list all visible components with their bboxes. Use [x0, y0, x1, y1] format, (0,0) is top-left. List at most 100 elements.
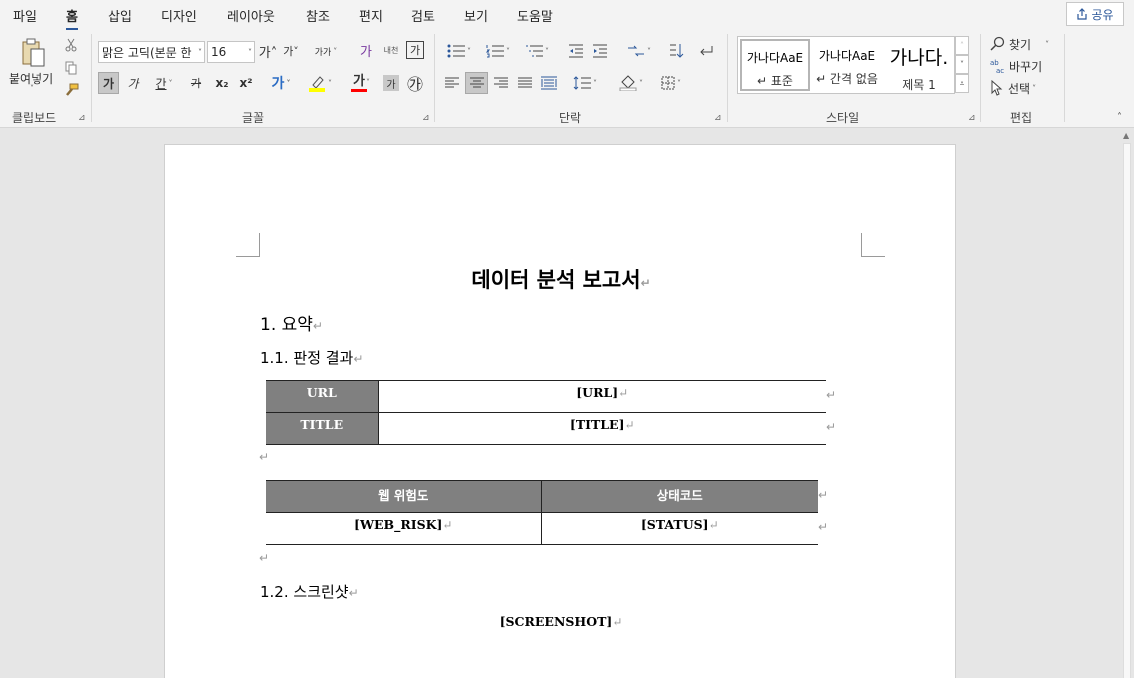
font-launcher-icon[interactable]: ⊿ — [422, 113, 430, 123]
tab-design[interactable]: 디자인 — [161, 6, 197, 25]
tab-references[interactable]: 참조 — [306, 6, 330, 25]
font-size-combo[interactable]: 16 ˅ — [207, 41, 255, 63]
styles-launcher-icon[interactable]: ⊿ — [968, 113, 976, 123]
cut-button[interactable] — [62, 36, 80, 54]
paragraph-mark: ↵ — [640, 276, 651, 290]
highlight-button[interactable]: ˅ — [303, 72, 337, 94]
gallery-down-icon[interactable]: ˅ — [955, 55, 969, 74]
table-header-cell: TITLE — [266, 412, 378, 445]
status-table: 웹 위험도 상태코드 [WEB_RISK]↵ [STATUS]↵ — [266, 480, 818, 545]
paste-dropdown-icon[interactable]: ˅ — [30, 84, 34, 93]
scrollbar-thumb[interactable] — [1123, 143, 1131, 678]
collapse-ribbon-icon[interactable]: ˄ — [1117, 112, 1122, 123]
heading-screenshot[interactable]: 1.2. 스크린샷↵ — [260, 581, 359, 602]
sort-button[interactable] — [666, 41, 686, 61]
italic-button[interactable]: 가 — [123, 72, 143, 94]
scroll-up-icon[interactable]: ▲ — [1123, 131, 1129, 140]
gallery-more-icon[interactable]: ⩡ — [955, 74, 969, 93]
paste-button[interactable] — [16, 36, 50, 72]
increase-indent-button[interactable] — [590, 41, 610, 61]
verdict-table: URL [URL]↵ TITLE [TITLE]↵ — [266, 380, 826, 445]
distribute-icon — [541, 76, 557, 90]
justify-button[interactable] — [515, 72, 535, 94]
heading-verdict[interactable]: 1.1. 판정 결과↵ — [260, 347, 363, 368]
numbering-button[interactable]: ˅ — [481, 41, 515, 61]
paragraph-mark-icon — [700, 46, 713, 56]
clear-format-button[interactable]: 가 — [356, 39, 376, 61]
font-color-button[interactable]: 가 — [342, 72, 376, 94]
decrease-indent-button[interactable] — [566, 41, 586, 61]
table-value-cell[interactable]: [TITLE]↵ — [377, 412, 826, 445]
decrease-indent-icon — [569, 44, 583, 58]
enclose-chars-button[interactable]: ㉮ — [405, 72, 425, 94]
distribute-button[interactable] — [539, 72, 559, 94]
sort-icon — [670, 44, 684, 58]
tab-layout[interactable]: 레이아웃 — [227, 6, 275, 25]
line-spacing-button[interactable]: ˅ — [568, 72, 602, 94]
tab-help[interactable]: 도움말 — [517, 6, 553, 25]
shrink-font-button[interactable]: 가˅ — [281, 41, 301, 61]
style-normal[interactable]: 가나다AaE ↵ 표준 — [740, 39, 810, 91]
gallery-up-icon[interactable]: ˄ — [955, 36, 969, 55]
copy-button[interactable] — [62, 59, 80, 77]
style-heading1[interactable]: 가나다. 제목 1 — [884, 39, 954, 92]
table-value-cell[interactable]: [URL]↵ — [377, 380, 826, 413]
phonetic-guide-button[interactable]: 내천 — [380, 39, 402, 61]
borders-icon — [661, 76, 675, 90]
document-title[interactable]: 데이터 분석 보고서↵ — [165, 264, 957, 294]
select-label: 선택 — [1008, 81, 1031, 96]
underline-button[interactable]: 간 ˅ — [148, 72, 180, 94]
row-end-mark: ↵ — [826, 388, 837, 402]
bullets-button[interactable]: ˅ — [442, 41, 476, 61]
superscript-button[interactable]: x² — [236, 72, 256, 94]
cell-mark: ↵ — [618, 386, 629, 400]
vertical-scrollbar[interactable]: ▲ — [1120, 129, 1134, 678]
change-case-button[interactable]: 가가 ˅ — [311, 41, 341, 61]
table-value-cell[interactable]: [STATUS]↵ — [540, 512, 818, 545]
group-divider — [91, 34, 92, 122]
char-shading-button[interactable]: 가 — [383, 75, 399, 91]
subscript-button[interactable]: x₂ — [212, 72, 232, 94]
tab-file[interactable]: 파일 — [13, 6, 37, 25]
align-right-button[interactable] — [491, 72, 511, 94]
empty-paragraph-mark: ↵ — [259, 551, 270, 565]
group-divider — [1064, 34, 1065, 122]
document-page[interactable]: 데이터 분석 보고서↵ 1. 요약↵ 1.1. 판정 결과↵ URL [URL]… — [164, 144, 956, 678]
justify-icon — [518, 77, 532, 88]
align-center-button[interactable] — [465, 72, 488, 94]
replace-button[interactable]: ab ac 바꾸기 — [990, 56, 1042, 76]
empty-paragraph-mark: ↵ — [259, 450, 270, 464]
tab-home[interactable]: 홈 — [66, 6, 78, 30]
tab-review[interactable]: 검토 — [411, 6, 435, 25]
chevron-down-icon[interactable]: ˅ — [366, 78, 370, 87]
char-border-button[interactable]: 가 — [406, 41, 424, 59]
heading-summary-text: 1. 요약 — [260, 315, 313, 335]
multilevel-list-button[interactable]: ˅ — [520, 41, 554, 61]
tab-mailings[interactable]: 편지 — [359, 6, 383, 25]
text-effects-button[interactable]: 가 ˅ — [266, 72, 296, 94]
borders-button[interactable]: ˅ — [654, 72, 688, 94]
tab-view[interactable]: 보기 — [464, 6, 488, 25]
screenshot-placeholder[interactable]: [SCREENSHOT]↵ — [165, 614, 957, 629]
font-name-combo[interactable]: 맑은 고딕(본문 한 ˅ — [98, 41, 205, 63]
grow-font-button[interactable]: 가˄ — [258, 41, 278, 61]
shading-button[interactable]: ˅ — [614, 72, 648, 94]
align-left-button[interactable] — [442, 72, 462, 94]
show-marks-button[interactable] — [696, 41, 716, 61]
style-no-spacing[interactable]: 가나다AaE ↵ 간격 없음 — [812, 39, 882, 91]
strikethrough-button[interactable]: 가 — [185, 72, 207, 94]
bold-button[interactable]: 가 — [98, 72, 119, 94]
tab-insert[interactable]: 삽입 — [108, 6, 132, 25]
clipboard-launcher-icon[interactable]: ⊿ — [78, 113, 86, 123]
select-button[interactable]: 선택 ˅ — [990, 78, 1036, 98]
style-name: 제목 1 — [902, 78, 936, 92]
paragraph-launcher-icon[interactable]: ⊿ — [714, 113, 722, 123]
find-button[interactable]: 찾기 ˅ — [990, 34, 1049, 54]
heading-summary[interactable]: 1. 요약↵ — [260, 310, 323, 335]
chevron-down-icon: ˅ — [248, 47, 252, 57]
brush-icon — [66, 83, 79, 96]
asian-layout-button[interactable]: ˅ — [622, 41, 656, 61]
share-button[interactable]: 공유 — [1066, 2, 1124, 26]
format-painter-button[interactable] — [62, 82, 80, 100]
table-value-cell[interactable]: [WEB_RISK]↵ — [266, 512, 541, 545]
